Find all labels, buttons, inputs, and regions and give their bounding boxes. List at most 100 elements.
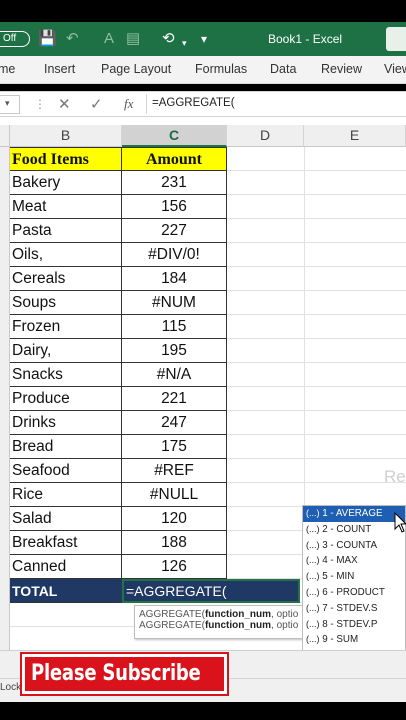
- table-row-amount[interactable]: #NUM: [122, 291, 227, 315]
- customize-toolbar-icon[interactable]: ▾: [201, 30, 207, 48]
- table-row-item[interactable]: Oils,: [10, 243, 122, 267]
- autocomplete-prefix: (...): [306, 571, 320, 582]
- table-row-item[interactable]: Meat: [10, 195, 122, 219]
- column-header-c[interactable]: C: [122, 125, 227, 147]
- search-box[interactable]: [386, 27, 406, 51]
- table-row-item[interactable]: Salad: [10, 507, 122, 531]
- table-row-amount[interactable]: #NULL: [122, 483, 227, 507]
- autocomplete-prefix: (...): [306, 602, 320, 613]
- total-label-cell[interactable]: TOTAL: [10, 579, 122, 603]
- table-row-item[interactable]: Rice: [10, 483, 122, 507]
- chevron-down-icon[interactable]: ▾: [5, 98, 10, 109]
- autocomplete-item[interactable]: (...) 8 - STDEV.P: [303, 617, 405, 633]
- autocomplete-item-label: 5 - MIN: [322, 571, 355, 583]
- select-all-corner[interactable]: [0, 125, 10, 147]
- table-row-item[interactable]: Seafood: [10, 459, 122, 483]
- tab-insert[interactable]: Insert: [44, 62, 75, 76]
- table-row-item[interactable]: Drinks: [10, 411, 122, 435]
- title-bar: Off 💾 ↶ A ▤ ⟲ ▾ ▾ Book1 - Excel: [0, 22, 406, 56]
- table-row-amount[interactable]: 195: [122, 339, 227, 363]
- autocomplete-item[interactable]: (...) 5 - MIN: [303, 569, 405, 585]
- status-lock-text: Lock: [0, 682, 22, 693]
- format-dim-icon: ▤: [126, 30, 141, 47]
- tab-formulas[interactable]: Formulas: [195, 62, 247, 76]
- total-formula-active-cell[interactable]: =AGGREGATE(: [122, 579, 300, 603]
- autocomplete-prefix: (...): [306, 508, 320, 518]
- window-title: Book1 - Excel: [268, 32, 343, 46]
- formula-input[interactable]: =AGGREGATE(: [152, 97, 235, 109]
- table-row-item[interactable]: Produce: [10, 387, 122, 411]
- font-dim-icon: A: [104, 30, 115, 47]
- insert-function-icon[interactable]: fx: [124, 96, 133, 112]
- table-row-amount[interactable]: #REF: [122, 459, 227, 483]
- table-row-item[interactable]: Soups: [10, 291, 122, 315]
- table-row-amount[interactable]: 227: [122, 219, 227, 243]
- tab-home[interactable]: me: [0, 62, 15, 76]
- formula-bar: ▾ ⋮ ✕ ✓ fx =AGGREGATE(: [0, 91, 406, 117]
- column-header-b[interactable]: B: [10, 125, 122, 147]
- row-headers[interactable]: [0, 147, 10, 650]
- cancel-icon[interactable]: ✕: [58, 95, 71, 113]
- autocomplete-item[interactable]: (...) 6 - PRODUCT: [303, 585, 405, 601]
- table-row-amount[interactable]: 188: [122, 531, 227, 555]
- autocomplete-item[interactable]: (...) 3 - COUNTA: [303, 538, 405, 554]
- table-row-amount[interactable]: 221: [122, 387, 227, 411]
- table-row-item[interactable]: Pasta: [10, 219, 122, 243]
- header-food-items[interactable]: Food Items: [10, 147, 122, 171]
- autocomplete-item[interactable]: (...) 7 - STDEV.S: [303, 601, 405, 617]
- autocomplete-prefix: (...): [306, 555, 320, 566]
- autocomplete-prefix: (...): [306, 634, 320, 645]
- table-row-item[interactable]: Bakery: [10, 171, 122, 195]
- table-row-item[interactable]: Frozen: [10, 315, 122, 339]
- table-row-amount[interactable]: 231: [122, 171, 227, 195]
- table-row-amount[interactable]: 247: [122, 411, 227, 435]
- table-row-amount[interactable]: 175: [122, 435, 227, 459]
- table-row-item[interactable]: Canned: [10, 555, 122, 579]
- tab-page-layout[interactable]: Page Layout: [101, 62, 171, 76]
- watermark-text: Re: [384, 467, 406, 486]
- tab-view[interactable]: View: [384, 62, 406, 76]
- table-row-amount[interactable]: #DIV/0!: [122, 243, 227, 267]
- autocomplete-item[interactable]: (...) 1 - AVERAGE: [303, 506, 405, 522]
- undo-dropdown-icon[interactable]: ▾: [182, 34, 187, 52]
- column-header-d[interactable]: D: [227, 125, 304, 147]
- tab-data[interactable]: Data: [270, 62, 296, 76]
- subscribe-banner-text: Please Subscribe: [31, 661, 201, 686]
- formula-divider: [146, 94, 147, 114]
- autocomplete-item-label: 9 - SUM: [322, 634, 359, 646]
- tab-review[interactable]: Review: [321, 62, 362, 76]
- table-row-amount[interactable]: 184: [122, 267, 227, 291]
- tooltip-line-2[interactable]: AGGREGATE(function_num, optio: [139, 620, 301, 631]
- table-row-amount[interactable]: 120: [122, 507, 227, 531]
- autocomplete-item[interactable]: (...) 4 - MAX: [303, 553, 405, 569]
- ribbon-tabs: me Insert Page Layout Formulas Data Revi…: [0, 56, 406, 84]
- save-icon[interactable]: 💾: [38, 30, 57, 48]
- table-row-amount[interactable]: #N/A: [122, 363, 227, 387]
- name-box[interactable]: ▾: [0, 95, 20, 114]
- enter-check-icon[interactable]: ✓: [90, 95, 103, 113]
- table-row-item[interactable]: Snacks: [10, 363, 122, 387]
- table-row-amount[interactable]: 156: [122, 195, 227, 219]
- subscribe-banner: Please Subscribe: [22, 654, 227, 694]
- table-row-item[interactable]: Breakfast: [10, 531, 122, 555]
- table-row-item[interactable]: Bread: [10, 435, 122, 459]
- autocomplete-item-label: 7 - STDEV.S: [322, 602, 378, 614]
- autocomplete-item[interactable]: (...) 2 - COUNT: [303, 522, 405, 538]
- autosave-toggle[interactable]: Off: [0, 31, 30, 47]
- autosave-label: Off: [3, 33, 17, 44]
- table-row-amount[interactable]: 115: [122, 315, 227, 339]
- undo-icon[interactable]: ⟲: [162, 30, 175, 48]
- autocomplete-item-label: 6 - PRODUCT: [322, 586, 385, 598]
- table-row-amount[interactable]: 126: [122, 555, 227, 579]
- autocomplete-prefix: (...): [306, 618, 320, 629]
- autocomplete-item[interactable]: (...) 9 - SUM: [303, 632, 405, 648]
- autocomplete-prefix: (...): [306, 586, 320, 597]
- table-row-item[interactable]: Dairy,: [10, 339, 122, 363]
- column-header-e[interactable]: E: [304, 125, 406, 147]
- header-amount[interactable]: Amount: [122, 147, 227, 171]
- undo-dim-icon: ↶: [66, 30, 79, 47]
- autocomplete-item-label: 3 - COUNTA: [322, 539, 378, 551]
- table-row-item[interactable]: Cereals: [10, 267, 122, 291]
- autocomplete-item-label: 8 - STDEV.P: [322, 618, 378, 630]
- tooltip-line-1[interactable]: AGGREGATE(function_num, optio: [139, 609, 301, 620]
